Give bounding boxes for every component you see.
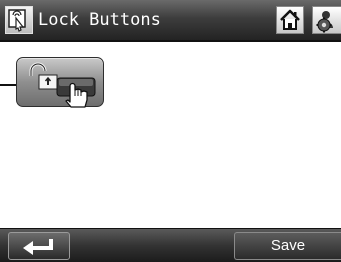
- save-button[interactable]: Save: [234, 232, 341, 260]
- home-icon: [280, 9, 300, 30]
- gear-icon: [316, 11, 333, 33]
- header-bar: Lock Buttons: [0, 0, 341, 42]
- back-button[interactable]: [8, 232, 70, 260]
- home-button[interactable]: [276, 6, 304, 34]
- footer-bar: Save: [0, 228, 341, 262]
- lock-button-touch-icon: [29, 62, 96, 108]
- lock-buttons-screen: Lock Buttons Save: [0, 0, 341, 262]
- lock-buttons-button[interactable]: [16, 57, 104, 108]
- settings-button[interactable]: [312, 6, 341, 34]
- return-arrow-icon: [23, 239, 53, 255]
- screen-touch-icon: [5, 6, 33, 34]
- page-title: Lock Buttons: [38, 10, 161, 30]
- callout-line: [0, 84, 16, 86]
